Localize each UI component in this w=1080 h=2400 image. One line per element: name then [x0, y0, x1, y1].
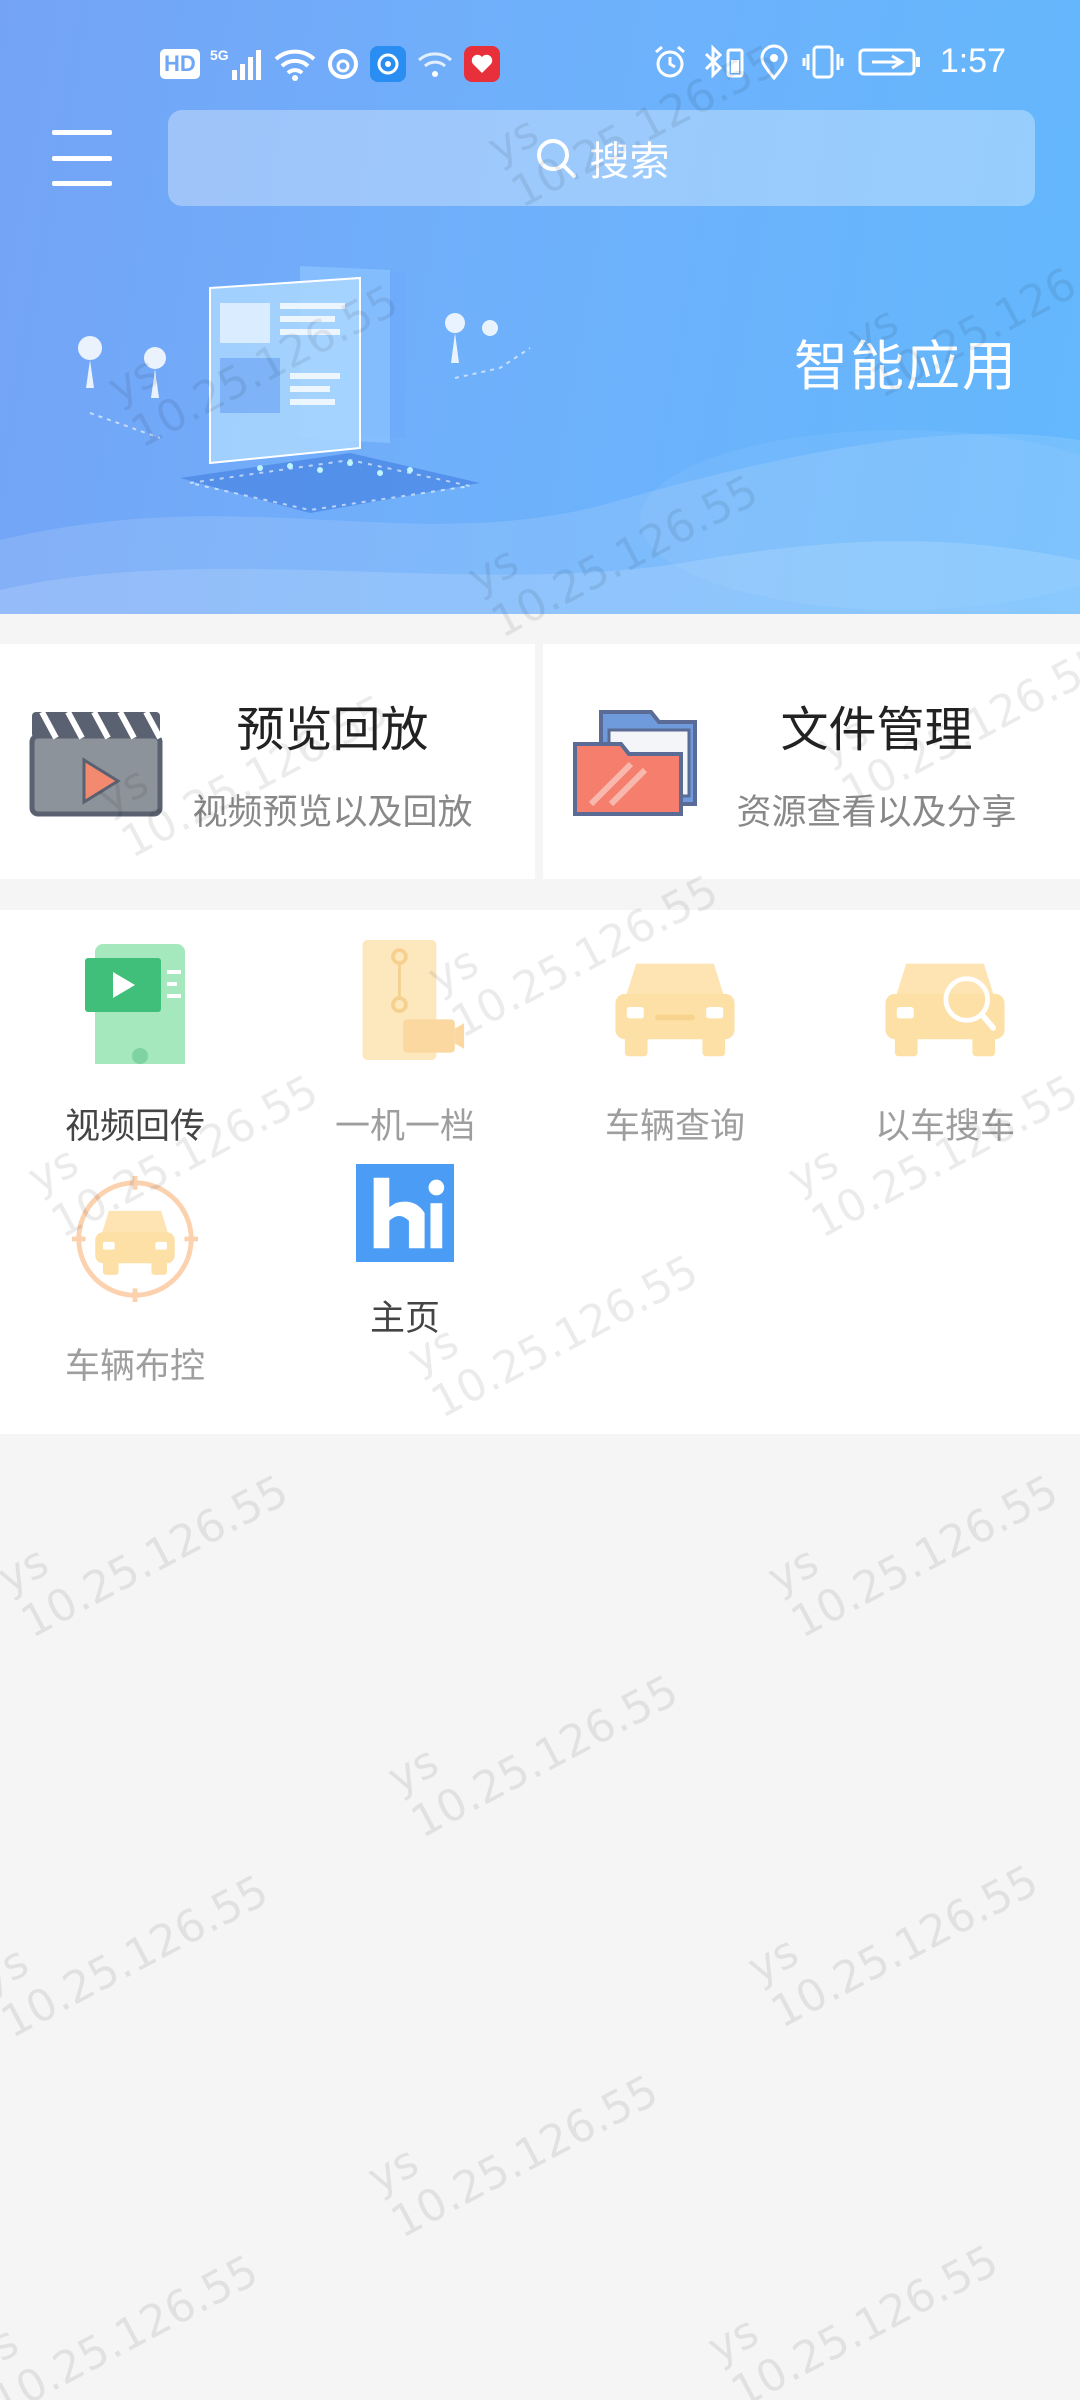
card-subtitle: 资源查看以及分享: [736, 793, 1017, 833]
app-vehicle-query[interactable]: 车辆查询: [540, 910, 810, 1147]
wifi-hotspot-icon: [416, 49, 454, 79]
bluetooth-battery-icon: [702, 43, 746, 80]
watermark: ys 10.25.126.55: [759, 1465, 1067, 1649]
watermark: ys 10.25.126.55: [0, 1465, 297, 1649]
vibrate-icon: [802, 44, 844, 80]
card-preview-playback[interactable]: 预览回放 视频预览以及回放: [0, 644, 535, 879]
app-label: 车辆布控: [64, 1347, 205, 1387]
alarm-icon: [652, 44, 688, 80]
car-icon: [615, 963, 735, 1057]
search-input[interactable]: 搜索: [168, 110, 1035, 206]
search-icon: [534, 136, 578, 180]
health-app-icon: [463, 46, 500, 82]
menu-icon-line: [52, 130, 112, 135]
status-bar: HD 5G 1:57: [0, 36, 1080, 100]
watermark: ys 10.25.126.55: [699, 2235, 1007, 2400]
app-label: 车辆查询: [604, 1107, 745, 1147]
card-title: 文件管理: [780, 702, 973, 758]
watermark: ys 10.25.126.55: [359, 2065, 667, 2249]
app-car-search-by-car[interactable]: 以车搜车: [810, 910, 1080, 1147]
phone-video-icon: [85, 944, 185, 1064]
status-left-icons: HD 5G: [160, 46, 500, 82]
watermark: ys 10.25.126.55: [0, 1865, 277, 2049]
clock-time: 1:57: [939, 42, 1006, 80]
app-label: 以车搜车: [874, 1107, 1015, 1147]
menu-icon-line: [52, 181, 112, 186]
card-subtitle: 视频预览以及回放: [192, 793, 473, 833]
watermark: ys 10.25.126.55: [379, 1665, 687, 1849]
watermark: ys 10.25.126.55: [739, 1855, 1047, 2039]
card-title: 预览回放: [236, 702, 429, 758]
status-right-icons: 1:57: [652, 42, 1006, 81]
netease-music-icon: [326, 47, 360, 81]
menu-icon-line: [52, 155, 112, 161]
battery-charging-icon: [858, 46, 922, 78]
menu-button[interactable]: [52, 130, 116, 186]
search-placeholder: 搜索: [589, 139, 670, 185]
car-search-icon: [885, 963, 1005, 1057]
wifi-icon: [274, 47, 316, 81]
header-banner: HD 5G 1:57 搜索 智能应用: [0, 0, 1080, 614]
app-label: 一机一档: [334, 1107, 475, 1147]
app-vehicle-surveillance[interactable]: 车辆布控: [0, 1150, 270, 1387]
watermark: ys 10.25.126.55: [0, 2245, 267, 2400]
svg-text:5G: 5G: [210, 47, 229, 63]
hi-logo-icon: [356, 1164, 454, 1262]
archive-icon: [362, 940, 465, 1060]
app-label: 主页: [369, 1299, 440, 1339]
app-notification-icon: [369, 46, 406, 82]
app-label: 视频回传: [64, 1107, 205, 1147]
location-icon: [760, 44, 788, 80]
hd-badge: HD: [160, 49, 200, 79]
smart-app-illustration: [78, 266, 531, 513]
app-home[interactable]: 主页: [270, 1150, 540, 1360]
feature-cards: 预览回放 视频预览以及回放 文件管理 资源查看以及分享: [0, 644, 1080, 879]
signal-5g-icon: 5G: [210, 46, 264, 82]
car-target-icon: [72, 1176, 198, 1302]
app-grid: 视频回传 一机一档 车辆查询 以车搜车 车辆布控 主页: [0, 910, 1080, 1434]
app-video-return[interactable]: 视频回传: [0, 910, 270, 1147]
app-one-machine-one-file[interactable]: 一机一档: [270, 910, 540, 1147]
card-file-management[interactable]: 文件管理 资源查看以及分享: [543, 644, 1080, 879]
banner-title: 智能应用: [794, 335, 1018, 398]
